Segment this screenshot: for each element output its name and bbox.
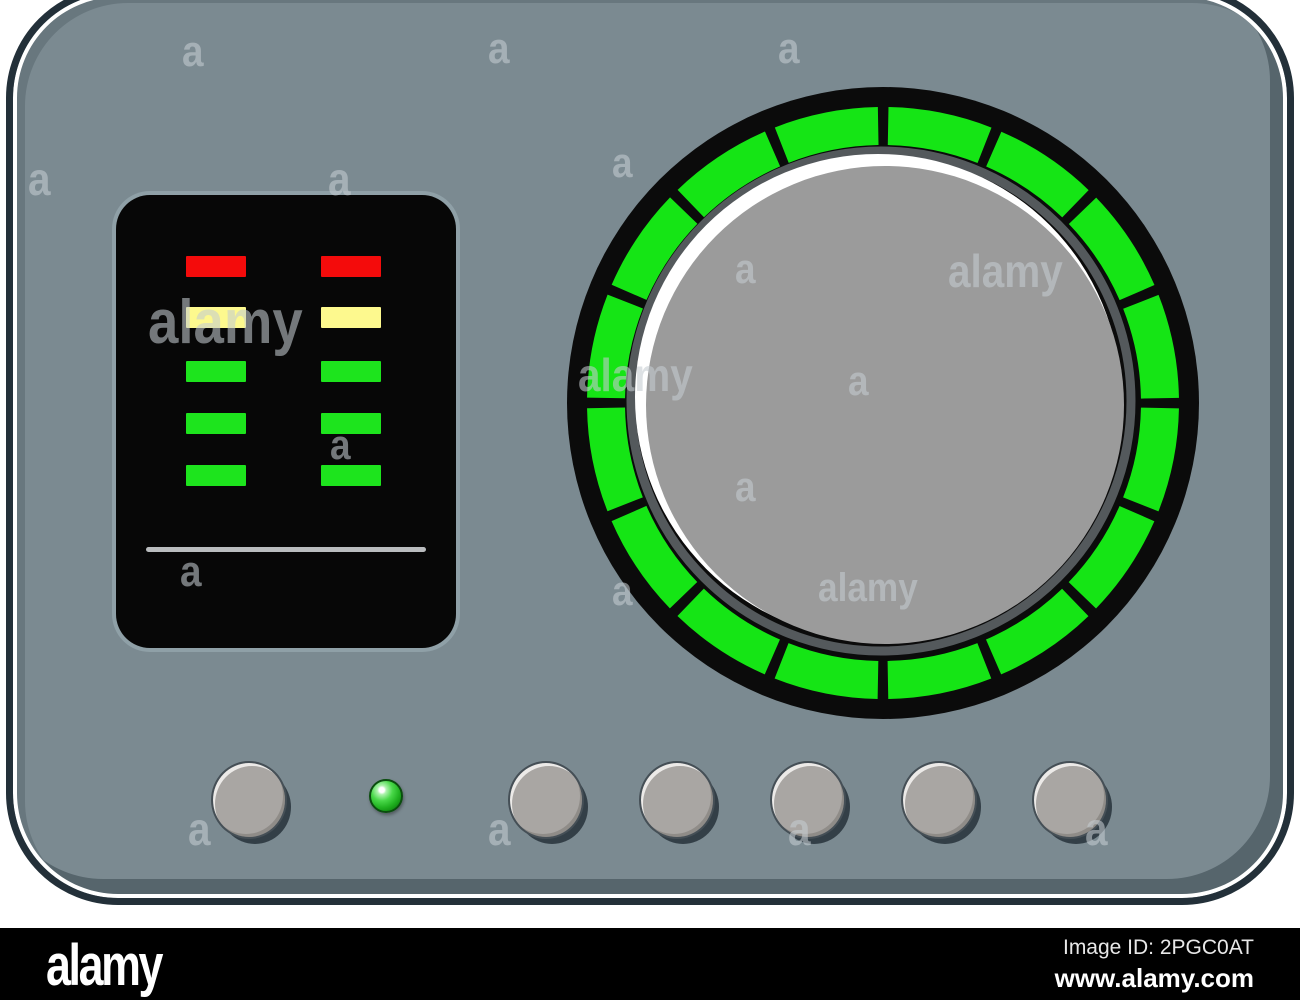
right-bar-red bbox=[321, 256, 381, 277]
left-bar-green-3 bbox=[186, 465, 246, 486]
left-bar-red bbox=[186, 256, 246, 277]
right-bar-green-1 bbox=[321, 361, 381, 382]
control-button-3[interactable] bbox=[639, 761, 715, 839]
control-button-2[interactable] bbox=[508, 761, 584, 839]
green-led-indicator bbox=[369, 779, 403, 813]
right-bar-yellow bbox=[321, 307, 381, 328]
left-bar-yellow bbox=[186, 307, 246, 328]
left-bar-green-1 bbox=[186, 361, 246, 382]
display-panel bbox=[116, 195, 456, 648]
page: { "colors": { "body": "#7b8a91", "bezel_… bbox=[0, 0, 1300, 1000]
watermark-credits: Image ID: 2PGC0AT www.alamy.com bbox=[1055, 934, 1254, 994]
alamy-logo: alamy bbox=[46, 930, 163, 998]
meter-underline bbox=[146, 547, 426, 552]
jog-wheel[interactable] bbox=[563, 83, 1203, 723]
audio-device-faceplate bbox=[6, 0, 1294, 905]
watermark-bar: alamy Image ID: 2PGC0AT www.alamy.com bbox=[0, 928, 1300, 1000]
control-button-4[interactable] bbox=[770, 761, 846, 839]
right-bar-green-2 bbox=[321, 413, 381, 434]
right-bar-green-3 bbox=[321, 465, 381, 486]
control-button-5[interactable] bbox=[901, 761, 977, 839]
left-bar-green-2 bbox=[186, 413, 246, 434]
jog-wheel-graphic bbox=[567, 87, 1199, 719]
alamy-url-text: www.alamy.com bbox=[1054, 962, 1254, 993]
image-id-text: Image ID: 2PGC0AT bbox=[1062, 936, 1254, 960]
control-button-1[interactable] bbox=[211, 761, 287, 839]
control-button-6[interactable] bbox=[1032, 761, 1108, 839]
knob-face[interactable] bbox=[646, 166, 1124, 644]
